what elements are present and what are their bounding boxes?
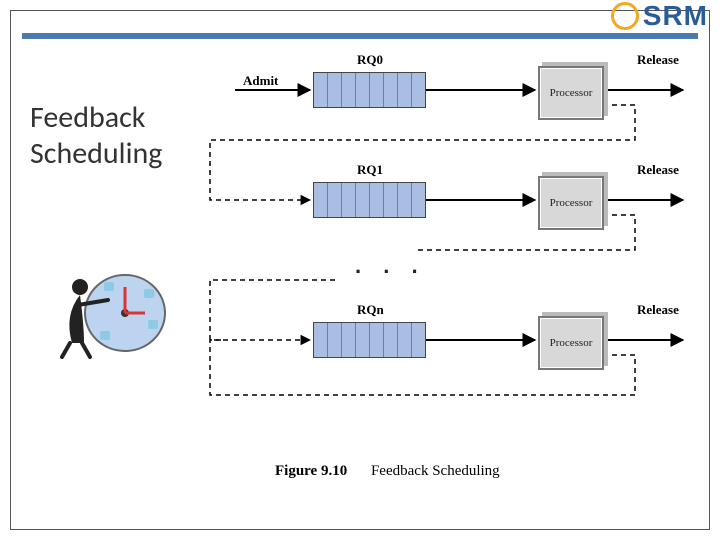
logo-text: SRM (643, 0, 708, 32)
release-label-1: Release (637, 162, 679, 178)
queue-label-n: RQn (357, 302, 384, 318)
clock-person-clipart (60, 265, 170, 360)
admit-label: Admit (243, 73, 278, 89)
ready-queue-1 (313, 182, 426, 218)
title-divider (22, 33, 698, 39)
processor-0: Processor (538, 66, 604, 120)
release-label-n: Release (637, 302, 679, 318)
release-label-0: Release (637, 52, 679, 68)
processor-1: Processor (538, 176, 604, 230)
processor-n: Processor (538, 316, 604, 370)
title-line-2: Scheduling (30, 136, 162, 172)
page-title: Feedback Scheduling (30, 100, 162, 172)
ellipsis-icon: . . . (355, 253, 426, 279)
figure-number: Figure 9.10 (275, 463, 347, 479)
brand-logo: SRM (611, 0, 708, 32)
feedback-scheduling-diagram: Admit RQ0 Processor Release RQ1 Processo… (205, 55, 705, 465)
ready-queue-n (313, 322, 426, 358)
logo-ring-icon (611, 2, 639, 30)
queue-label-1: RQ1 (357, 162, 383, 178)
queue-label-0: RQ0 (357, 52, 383, 68)
figure-title: Feedback Scheduling (371, 463, 500, 479)
figure-caption: Figure 9.10 Feedback Scheduling (275, 463, 500, 480)
diagram-connectors (205, 55, 705, 465)
title-line-1: Feedback (30, 100, 162, 136)
ready-queue-0 (313, 72, 426, 108)
